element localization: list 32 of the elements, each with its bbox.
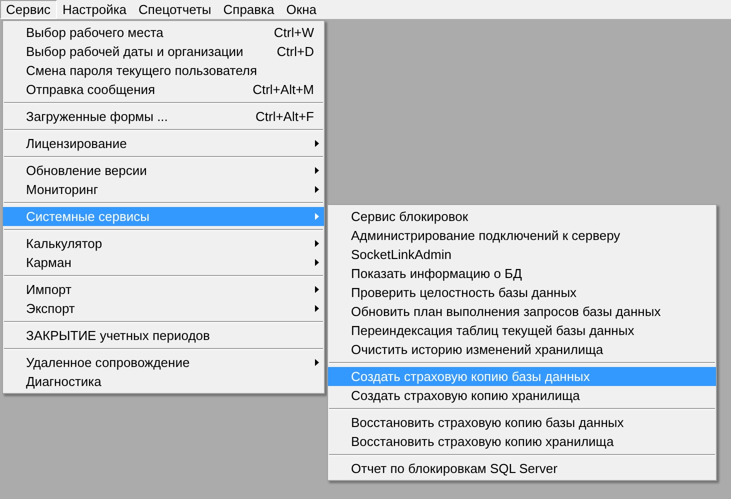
menu-item[interactable]: Импорт bbox=[3, 280, 324, 299]
menu-bar-item[interactable]: Окна bbox=[280, 0, 322, 19]
menu-item[interactable]: Удаленное сопровождение bbox=[3, 353, 324, 372]
menu-item[interactable]: Отчет по блокировкам SQL Server bbox=[328, 459, 716, 478]
menu-item[interactable]: Лицензирование bbox=[3, 134, 324, 153]
menu-item[interactable]: Переиндексация таблиц текущей базы данных bbox=[328, 321, 716, 340]
menu-item[interactable]: Сервис блокировок bbox=[328, 207, 716, 226]
menu-item[interactable]: Очистить историю изменений хранилища bbox=[328, 340, 716, 359]
menu-bar-item[interactable]: Сервис bbox=[0, 0, 57, 19]
menu-item[interactable]: Выбор рабочего места Ctrl+W bbox=[3, 23, 324, 42]
menu-item[interactable]: Обновить план выполнения запросов базы данных bbox=[328, 302, 716, 321]
menu-bar-item[interactable]: Настройка bbox=[56, 0, 133, 19]
menu-item[interactable]: Карман bbox=[3, 253, 324, 272]
menu-item[interactable]: SocketLinkAdmin bbox=[328, 245, 716, 264]
menu-item[interactable]: Калькулятор bbox=[3, 234, 324, 253]
menu-item[interactable]: ЗАКРЫТИЕ учетных периодов bbox=[3, 326, 324, 345]
menu-item[interactable]: Администрирование подключений к серверу bbox=[328, 226, 716, 245]
menu-item[interactable]: Проверить целостность базы данных bbox=[328, 283, 716, 302]
menu-item[interactable]: Создать страховую копию хранилища bbox=[328, 386, 716, 405]
menu-item[interactable]: Загруженные формы ... Ctrl+Alt+F bbox=[3, 107, 324, 126]
menu-item[interactable]: Экспорт bbox=[3, 299, 324, 318]
menu-item[interactable]: Показать информацию о БД bbox=[328, 264, 716, 283]
menu-item[interactable]: Выбор рабочей даты и организации Ctrl+D bbox=[3, 42, 324, 61]
menu-item[interactable]: Смена пароля текущего пользователя bbox=[3, 61, 324, 80]
menu-bar-item[interactable]: Спецотчеты bbox=[132, 0, 218, 19]
menu-bar-item[interactable]: Справка bbox=[217, 0, 280, 19]
menu-item[interactable]: Отправка сообщения Ctrl+Alt+M bbox=[3, 80, 324, 99]
menu-item[interactable]: Восстановить страховую копию хранилища bbox=[328, 432, 716, 451]
menu-item[interactable]: Восстановить страховую копию базы данных bbox=[328, 413, 716, 432]
menu-item[interactable]: Диагностика bbox=[3, 372, 324, 391]
menu-item[interactable]: Мониторинг bbox=[3, 180, 324, 199]
menu-item[interactable]: Обновление версии bbox=[3, 161, 324, 180]
